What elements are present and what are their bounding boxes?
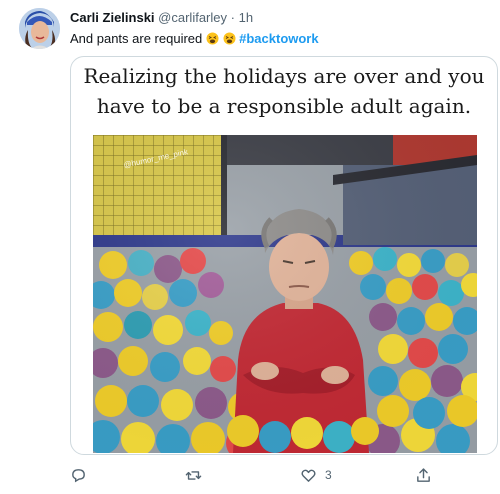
tired-face-emoji [223,32,236,45]
retweet-button[interactable] [185,464,210,486]
reply-icon [70,467,87,484]
retweet-icon [185,467,202,484]
tweet-body: And pants are required [70,31,206,46]
hashtag-link[interactable]: #backtowork [239,31,318,46]
display-name[interactable]: Carli Zielinski [70,10,155,25]
meme-photo [93,135,477,453]
timestamp[interactable]: 1h [239,10,253,25]
like-count: 3 [325,468,332,482]
tweet-media[interactable]: Realizing the holidays are over and you … [70,56,498,455]
meme-caption-line-2: have to be a responsible adult again. [96,94,472,118]
meme-caption-line-1: Realizing the holidays are over and you [83,64,485,88]
like-icon [300,467,317,484]
tweet: Carli Zielinski @carlifarley · 1h And pa… [0,0,500,494]
tweet-actions: 3 [70,462,498,488]
like-button[interactable]: 3 [300,464,332,486]
reply-button[interactable] [70,464,95,486]
tweet-header: Carli Zielinski @carlifarley · 1h [70,10,253,26]
separator-dot: · [230,10,235,25]
share-button[interactable] [415,464,432,486]
meme-caption: Realizing the holidays are over and you … [71,61,497,121]
user-handle[interactable]: @carlifarley [158,10,227,25]
tired-face-emoji [206,32,219,45]
tweet-text: And pants are required #backtowork [70,31,319,47]
avatar[interactable] [19,8,60,49]
share-icon [415,467,432,484]
